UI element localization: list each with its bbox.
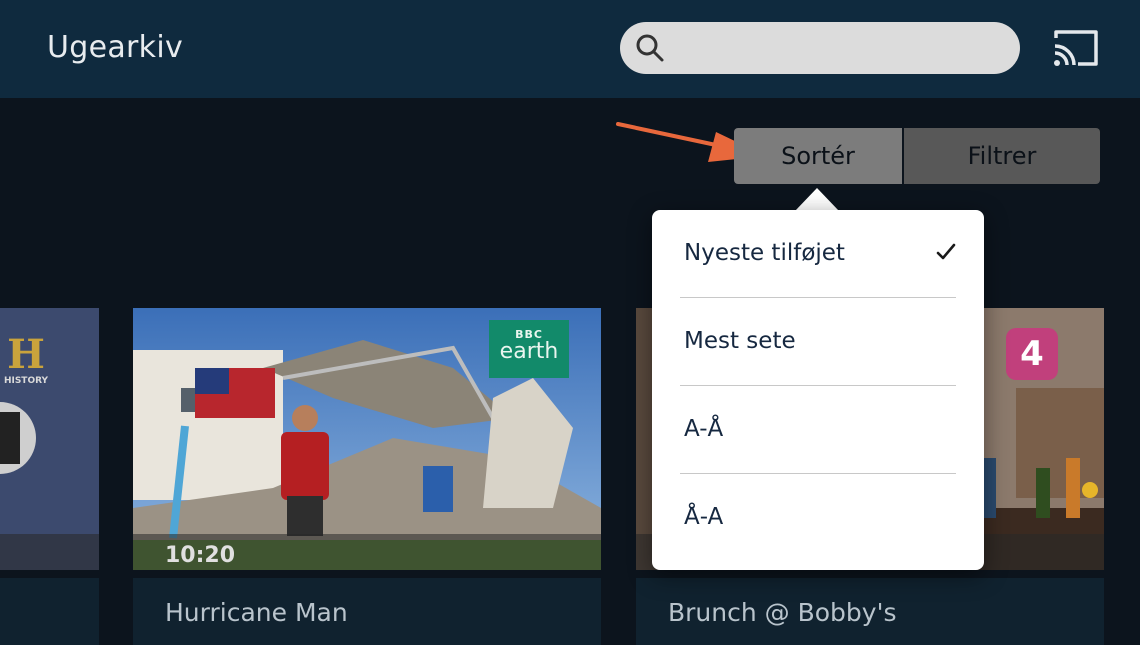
sort-option-a-z[interactable]: A-Å [680,386,956,474]
search-field[interactable] [620,22,1020,74]
card-title: Brunch @ Bobby's [668,598,897,627]
top-app-bar: Ugearkiv [0,0,1140,98]
search-input[interactable] [682,32,1002,64]
search-icon [636,34,664,62]
sort-option-most-viewed[interactable]: Mest sete [680,298,956,386]
sort-option-label: Mest sete [684,328,796,354]
card-meta[interactable]: Brunch @ Bobby's [636,578,1104,645]
dropdown-caret [795,188,839,211]
sort-option-newest[interactable]: Nyeste tilføjet [680,210,956,298]
check-icon [936,243,956,260]
sort-button[interactable]: Sortér [734,128,902,184]
sort-button-label: Sortér [781,142,855,170]
page-title: Ugearkiv [47,30,184,65]
filter-button-label: Filtrer [967,142,1037,170]
svg-text:HISTORY: HISTORY [4,376,49,386]
sort-option-label: A-Å [684,416,724,442]
sort-option-label: Nyeste tilføjet [684,240,845,266]
thumbnail-art [0,402,36,474]
sort-menu: Nyeste tilføjet Mest sete A-Å Å-A [652,210,984,570]
bbc-earth-logo-icon: BBC earth [489,320,569,378]
card-meta[interactable] [0,578,99,645]
filter-button[interactable]: Filtrer [904,128,1100,184]
card-meta[interactable]: Hurricane Man [133,578,601,645]
svg-text:H: H [7,331,45,378]
cast-icon[interactable] [1050,26,1102,70]
sort-option-z-a[interactable]: Å-A [680,474,956,562]
card-thumbnail[interactable]: BBC earth 10:20 [133,308,601,570]
duration-label: 10:20 [165,543,236,568]
card-title: Hurricane Man [165,598,348,627]
card-thumbnail[interactable]: H HISTORY [0,308,99,570]
history-logo-icon: H HISTORY [4,331,49,386]
channel-4-logo-icon: 4 [1006,328,1058,380]
sort-option-label: Å-A [684,504,724,530]
duration-bar [0,534,99,570]
